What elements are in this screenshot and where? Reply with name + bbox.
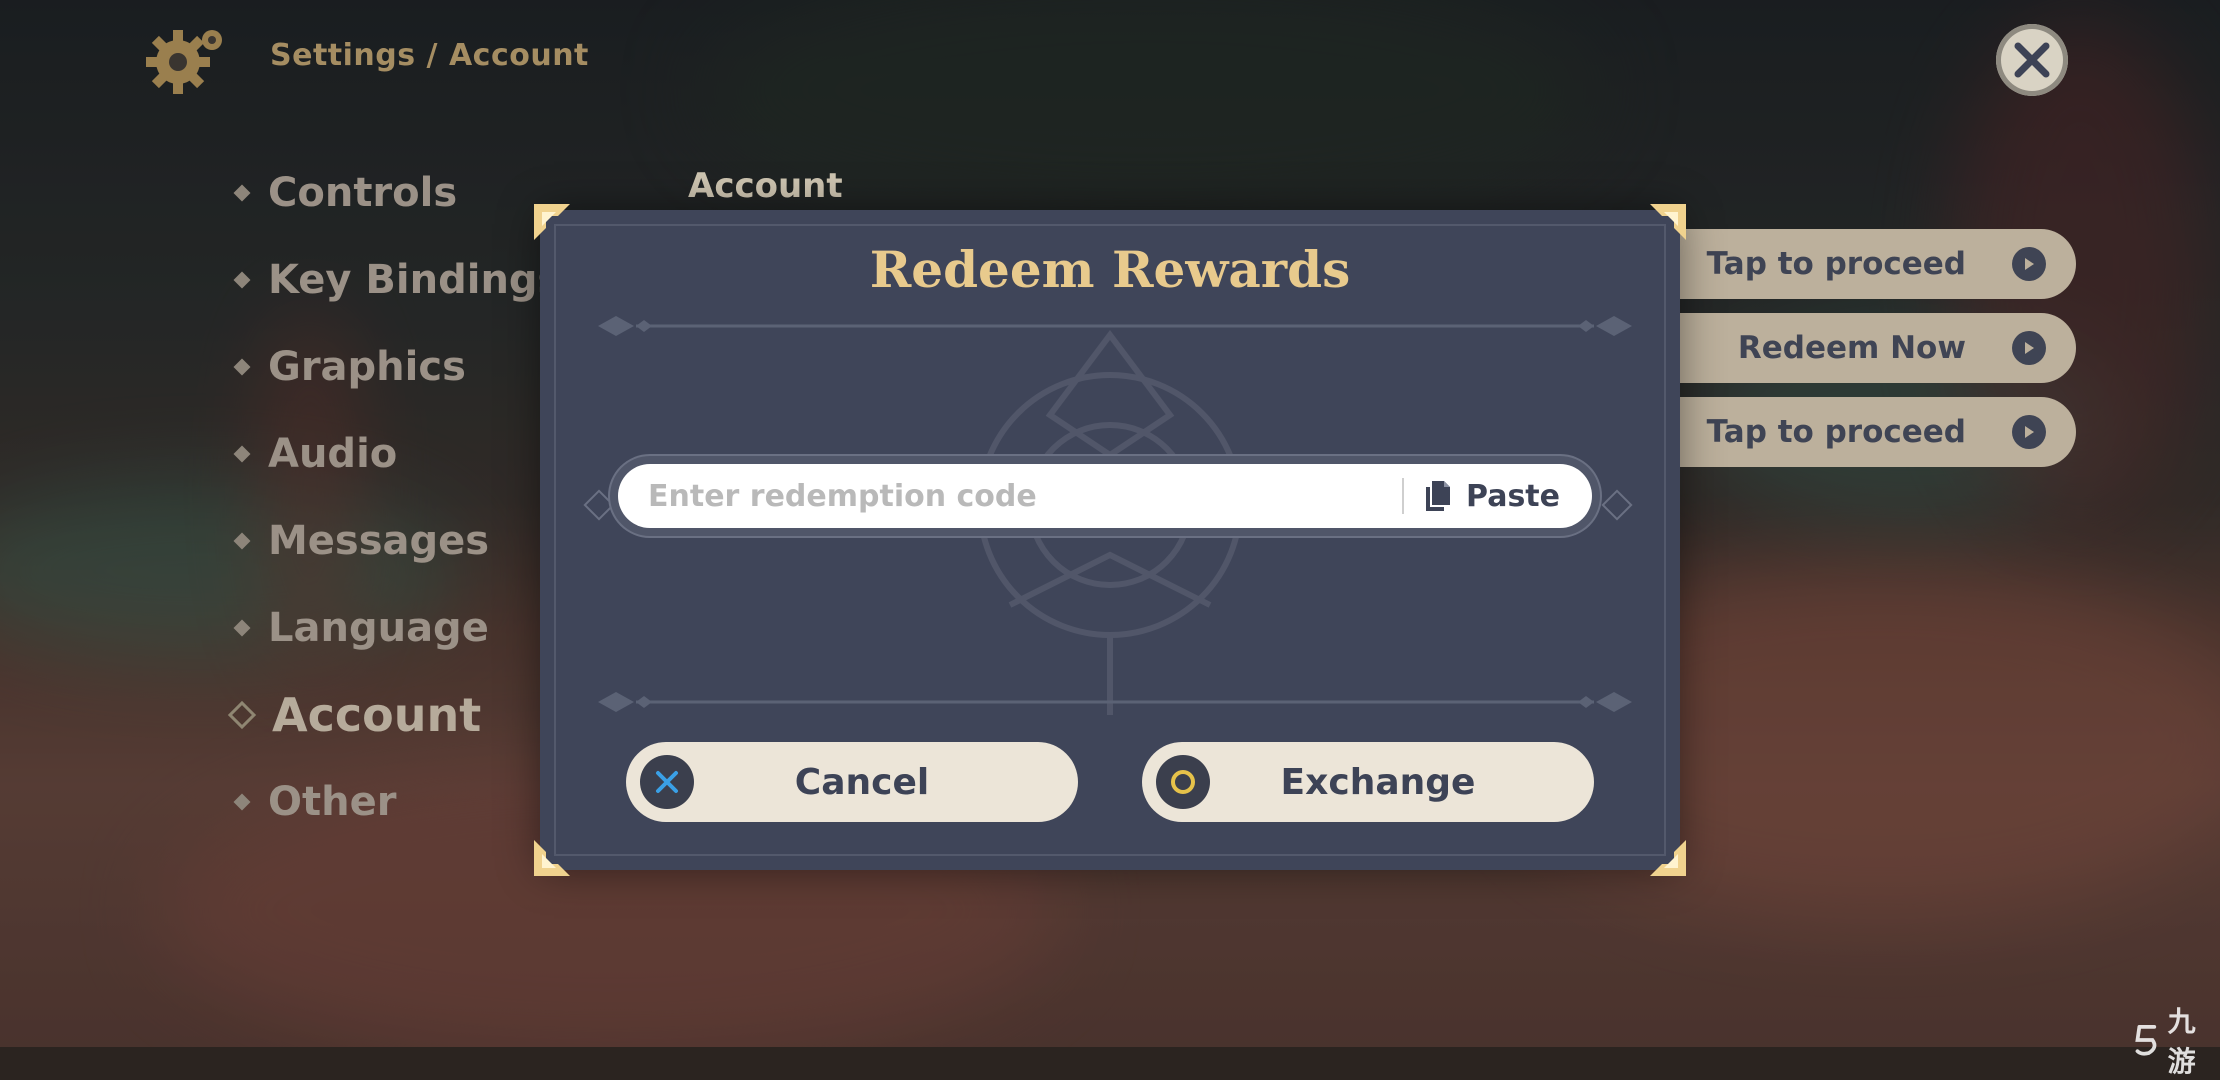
section-title: Account bbox=[688, 166, 843, 206]
diamond-icon bbox=[233, 184, 251, 202]
menu-item-language[interactable]: Language bbox=[233, 605, 489, 651]
confirm-circle-icon bbox=[1156, 755, 1210, 809]
redeem-dialog: Redeem Rewards Enter redemption code Pas… bbox=[534, 204, 1686, 876]
exchange-button[interactable]: Exchange bbox=[1142, 742, 1594, 822]
diamond-icon bbox=[233, 271, 251, 289]
watermark-text: 九游 bbox=[2167, 1005, 2196, 1078]
pill-label: Redeem Now bbox=[1737, 330, 1966, 366]
menu-item-label: Other bbox=[268, 779, 397, 825]
diamond-icon bbox=[233, 445, 251, 463]
redemption-code-input[interactable]: Enter redemption code Paste bbox=[618, 464, 1592, 528]
diamond-icon bbox=[233, 532, 251, 550]
diamond-icon bbox=[233, 793, 251, 811]
corner-ornament-icon bbox=[534, 204, 570, 240]
corner-ornament-icon bbox=[534, 840, 570, 876]
menu-item-graphics[interactable]: Graphics bbox=[233, 344, 466, 390]
site-watermark: 九游 bbox=[2130, 1000, 2220, 1080]
menu-item-label: Account bbox=[272, 688, 482, 742]
clipboard-icon bbox=[1426, 481, 1451, 511]
dialog-title: Redeem Rewards bbox=[869, 240, 1351, 299]
close-icon bbox=[2014, 42, 2050, 78]
redemption-code-field: Enter redemption code Paste bbox=[610, 456, 1600, 536]
diamond-icon bbox=[227, 700, 257, 730]
menu-item-messages[interactable]: Messages bbox=[233, 518, 490, 564]
arrow-right-icon bbox=[2012, 415, 2046, 449]
menu-item-controls[interactable]: Controls bbox=[233, 170, 458, 216]
menu-item-label: Audio bbox=[268, 431, 398, 477]
arrow-right-icon bbox=[2012, 331, 2046, 365]
separator bbox=[1402, 478, 1405, 514]
paste-label: Paste bbox=[1466, 478, 1560, 514]
menu-item-key-bindings[interactable]: Key Bindings bbox=[233, 257, 562, 303]
diamond-icon bbox=[233, 619, 251, 637]
pill-label: Tap to proceed bbox=[1706, 246, 1966, 282]
arrow-right-icon bbox=[2012, 247, 2046, 281]
code-placeholder: Enter redemption code bbox=[648, 478, 1037, 514]
cancel-x-icon bbox=[640, 755, 694, 809]
ornamental-divider bbox=[598, 692, 1632, 712]
menu-item-label: Graphics bbox=[268, 344, 466, 390]
menu-item-label: Key Bindings bbox=[268, 257, 562, 303]
diamond-icon bbox=[233, 358, 251, 376]
cancel-button[interactable]: Cancel bbox=[626, 742, 1078, 822]
gear-icon bbox=[140, 22, 230, 98]
paste-button[interactable]: Paste bbox=[1424, 479, 1560, 514]
breadcrumb: Settings / Account bbox=[270, 38, 589, 73]
pill-label: Tap to proceed bbox=[1706, 414, 1966, 450]
menu-item-label: Controls bbox=[268, 170, 458, 216]
menu-item-account[interactable]: Account bbox=[227, 688, 482, 742]
ornamental-divider bbox=[598, 316, 1632, 336]
close-button[interactable] bbox=[1996, 24, 2068, 96]
menu-item-other[interactable]: Other bbox=[233, 779, 397, 825]
corner-ornament-icon bbox=[1650, 204, 1686, 240]
menu-item-label: Messages bbox=[268, 518, 490, 564]
menu-item-label: Language bbox=[268, 605, 489, 651]
corner-ornament-icon bbox=[1650, 840, 1686, 876]
watermark-logo-icon bbox=[2135, 1025, 2157, 1056]
menu-item-audio[interactable]: Audio bbox=[233, 431, 398, 477]
